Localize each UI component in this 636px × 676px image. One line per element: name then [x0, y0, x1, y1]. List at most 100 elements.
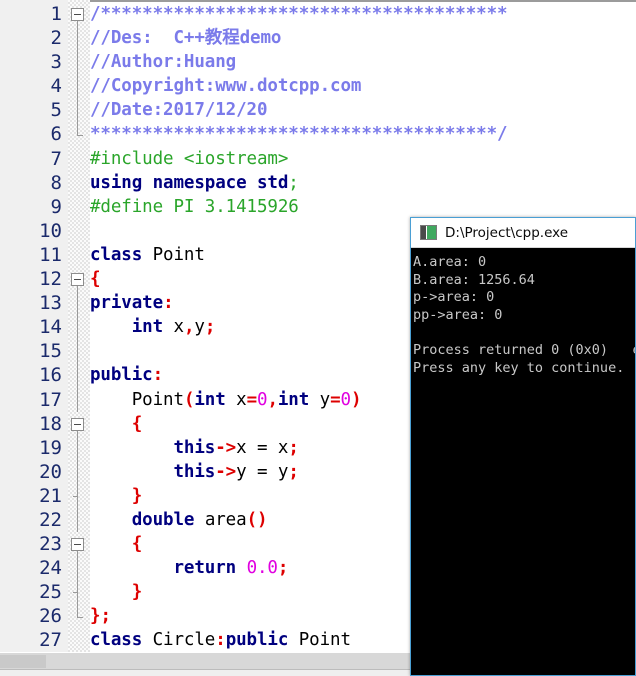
line-number: 19: [0, 435, 68, 460]
line-number: 1: [0, 2, 68, 27]
fold-guide-line: [68, 315, 90, 340]
code-token: ;: [288, 172, 299, 193]
code-token: (): [246, 509, 268, 530]
code-text: return 0.0;: [90, 556, 289, 580]
console-window[interactable]: D:\Project\cpp.exe A.area: 0 B.area: 1256…: [410, 217, 636, 676]
code-token: public: [90, 365, 153, 386]
code-line[interactable]: 5 //Date:2017/12/20: [0, 98, 636, 123]
line-number: 6: [0, 122, 68, 147]
line-number: 10: [0, 218, 68, 243]
fold-margin-cell: [68, 171, 90, 195]
code-token: x = x: [236, 437, 289, 458]
fold-margin-cell: [68, 219, 90, 243]
code-token: ->: [215, 461, 237, 482]
line-number: 2: [0, 26, 68, 51]
code-line[interactable]: 4 //Copyright:www.dotcpp.com: [0, 74, 636, 99]
code-token: double: [131, 509, 205, 530]
code-token: :: [215, 630, 226, 651]
code-token: //Copyright:www.dotcpp.com: [90, 76, 362, 97]
code-text: //Des: C++教程demo: [90, 26, 281, 50]
console-line: B.area: 1256.64: [413, 271, 535, 288]
line-number: 17: [0, 387, 68, 412]
line-number: 26: [0, 604, 68, 629]
code-token: =: [330, 389, 341, 410]
code-text: #include <iostream>: [90, 147, 288, 171]
fold-margin-cell: [68, 195, 90, 219]
line-number: 18: [0, 411, 68, 436]
code-token: 0.0: [246, 558, 278, 579]
scrollbar-thumb[interactable]: [0, 655, 46, 668]
line-number: 25: [0, 580, 68, 605]
fold-toggle-icon[interactable]: [68, 412, 90, 436]
code-token: Point: [90, 389, 184, 410]
fold-toggle-icon[interactable]: [68, 267, 90, 292]
console-line: A.area: 0: [413, 254, 487, 270]
code-token: (: [183, 389, 195, 410]
console-output[interactable]: A.area: 0 B.area: 1256.64 p->area: 0 pp->ar…: [411, 248, 635, 675]
code-line[interactable]: 6 ***************************************…: [0, 122, 636, 147]
code-token: int: [194, 389, 237, 410]
code-token: ,: [267, 389, 278, 410]
code-line[interactable]: 3 //Author:Huang: [0, 50, 636, 75]
fold-guide-line: [68, 98, 90, 123]
code-line[interactable]: 2 //Des: C++教程demo: [0, 26, 636, 51]
code-token: ***************************************: [100, 4, 508, 24]
code-token: class: [90, 630, 153, 651]
code-line[interactable]: 7 #include <iostream>: [0, 146, 636, 171]
code-token: ,: [183, 317, 195, 338]
code-token: std: [256, 172, 289, 193]
code-text: public:: [90, 363, 163, 387]
fold-toggle-icon[interactable]: [68, 532, 90, 557]
code-line[interactable]: 8 using namespace std;: [0, 170, 636, 195]
code-token: ;: [288, 437, 299, 458]
code-text: using namespace std;: [90, 171, 299, 195]
fold-guide-line: [68, 291, 90, 316]
code-text: {: [90, 412, 143, 436]
code-token: ;: [100, 606, 111, 627]
line-number: 21: [0, 483, 68, 508]
code-token: :: [163, 293, 174, 314]
code-token: x: [236, 389, 247, 410]
line-number: 27: [0, 628, 68, 652]
code-text: this->x = x;: [90, 436, 299, 460]
line-number: 7: [0, 146, 68, 171]
code-token: }: [131, 485, 143, 506]
code-text: //Copyright:www.dotcpp.com: [90, 74, 361, 98]
fold-margin-cell: [68, 628, 90, 652]
code-token: int: [277, 389, 320, 410]
fold-guide-line: [68, 363, 90, 388]
code-token: using namespace: [90, 172, 257, 193]
code-token: int: [131, 317, 174, 338]
code-token: //Date:2017/12/20: [90, 100, 268, 121]
line-number: 16: [0, 363, 68, 388]
code-line[interactable]: 1 /**************************************…: [0, 2, 636, 27]
code-line[interactable]: 9 #define PI 3.1415926: [0, 194, 636, 219]
code-text: ***************************************/: [90, 122, 508, 146]
fold-guide-line: [68, 50, 90, 75]
code-token: y = y: [236, 461, 289, 482]
code-token: :: [152, 365, 164, 386]
line-number: 13: [0, 291, 68, 316]
code-token: //Author:Huang: [90, 52, 237, 73]
code-text: private:: [90, 291, 174, 315]
fold-margin-cell: [68, 147, 90, 171]
code-token: ->: [215, 437, 237, 458]
fold-guide-line: [68, 459, 90, 484]
fold-guide-tick: [68, 580, 90, 605]
code-token: {: [131, 534, 143, 555]
code-token: x: [173, 317, 185, 338]
line-number: 4: [0, 74, 68, 99]
fold-toggle-icon[interactable]: [68, 2, 90, 27]
code-text: }: [90, 484, 143, 508]
code-token: class: [90, 244, 153, 265]
console-title-bar[interactable]: D:\Project\cpp.exe: [411, 218, 635, 248]
line-number: 11: [0, 242, 68, 268]
code-text: int x,y;: [90, 315, 216, 339]
code-text: //Date:2017/12/20: [90, 98, 268, 122]
